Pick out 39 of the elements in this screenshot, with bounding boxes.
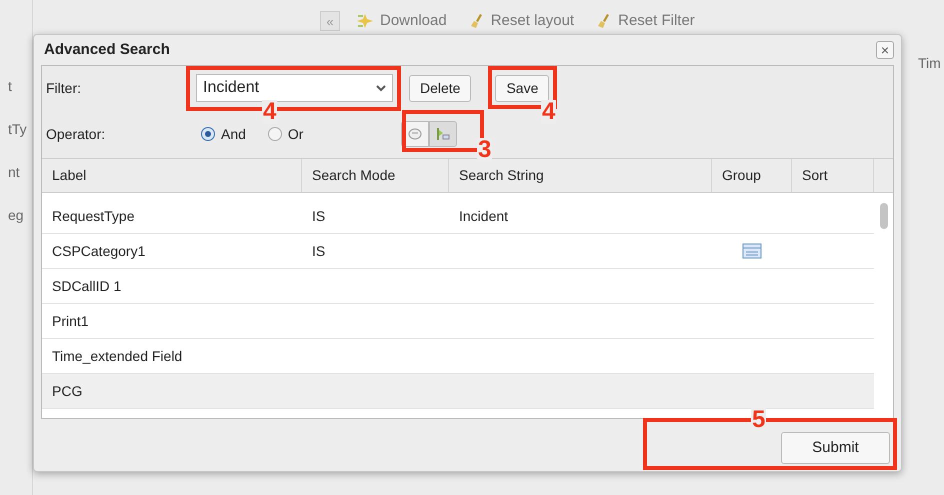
column-text: nt	[7, 163, 21, 182]
column-header[interactable]: Sort	[792, 159, 874, 192]
table-cell-text: IS	[311, 242, 326, 260]
filter-button[interactable]: Save	[495, 74, 550, 102]
operator-radio[interactable]: Or	[268, 124, 304, 144]
toolbar-button[interactable]: Reset Filter	[590, 10, 701, 32]
column-text: Tim	[918, 55, 941, 71]
chevron-down-icon	[376, 84, 386, 92]
group-tool-button[interactable]	[429, 121, 458, 147]
column-text: tTy	[7, 120, 28, 139]
table-icon[interactable]	[742, 243, 762, 259]
filter-label: Filter:	[46, 78, 82, 98]
column-text: eg	[7, 206, 25, 225]
table-cell-text: PCG	[51, 382, 84, 400]
broom-icon	[468, 13, 485, 29]
column-header[interactable]: Group	[712, 159, 792, 192]
tree-icon	[435, 126, 452, 142]
column-text: t	[7, 77, 13, 96]
table-cell-text: Print1	[51, 312, 90, 330]
dialog-title: Advanced Search	[43, 40, 170, 60]
toolbar-button[interactable]: Reset layout	[462, 10, 580, 32]
table-cell-text: IS	[311, 206, 326, 226]
filter-button[interactable]: Delete	[409, 74, 472, 102]
column-header[interactable]: Search Mode	[302, 159, 449, 192]
filter-dropdown[interactable]: Incident	[196, 74, 393, 102]
table-cell-text: Incident	[458, 206, 510, 226]
table-cell-text: RequestType	[51, 206, 136, 226]
table-cell-text: CSPCategory1	[51, 242, 146, 261]
column-header[interactable]: Label	[42, 159, 302, 192]
operator-radio[interactable]: And	[201, 124, 246, 144]
step-number: 3	[477, 138, 492, 162]
toolbar-button[interactable]: Download	[350, 10, 453, 32]
close-button[interactable]: ×	[876, 41, 894, 59]
sparkle-icon	[356, 13, 374, 29]
submit-button[interactable]: Submit	[781, 432, 890, 464]
table-cell-text: Time_extended Field	[51, 346, 184, 366]
operator-label: Operator:	[46, 124, 106, 144]
eraser-icon	[407, 127, 424, 141]
table-cell-text: SDCallID 1	[51, 276, 122, 296]
